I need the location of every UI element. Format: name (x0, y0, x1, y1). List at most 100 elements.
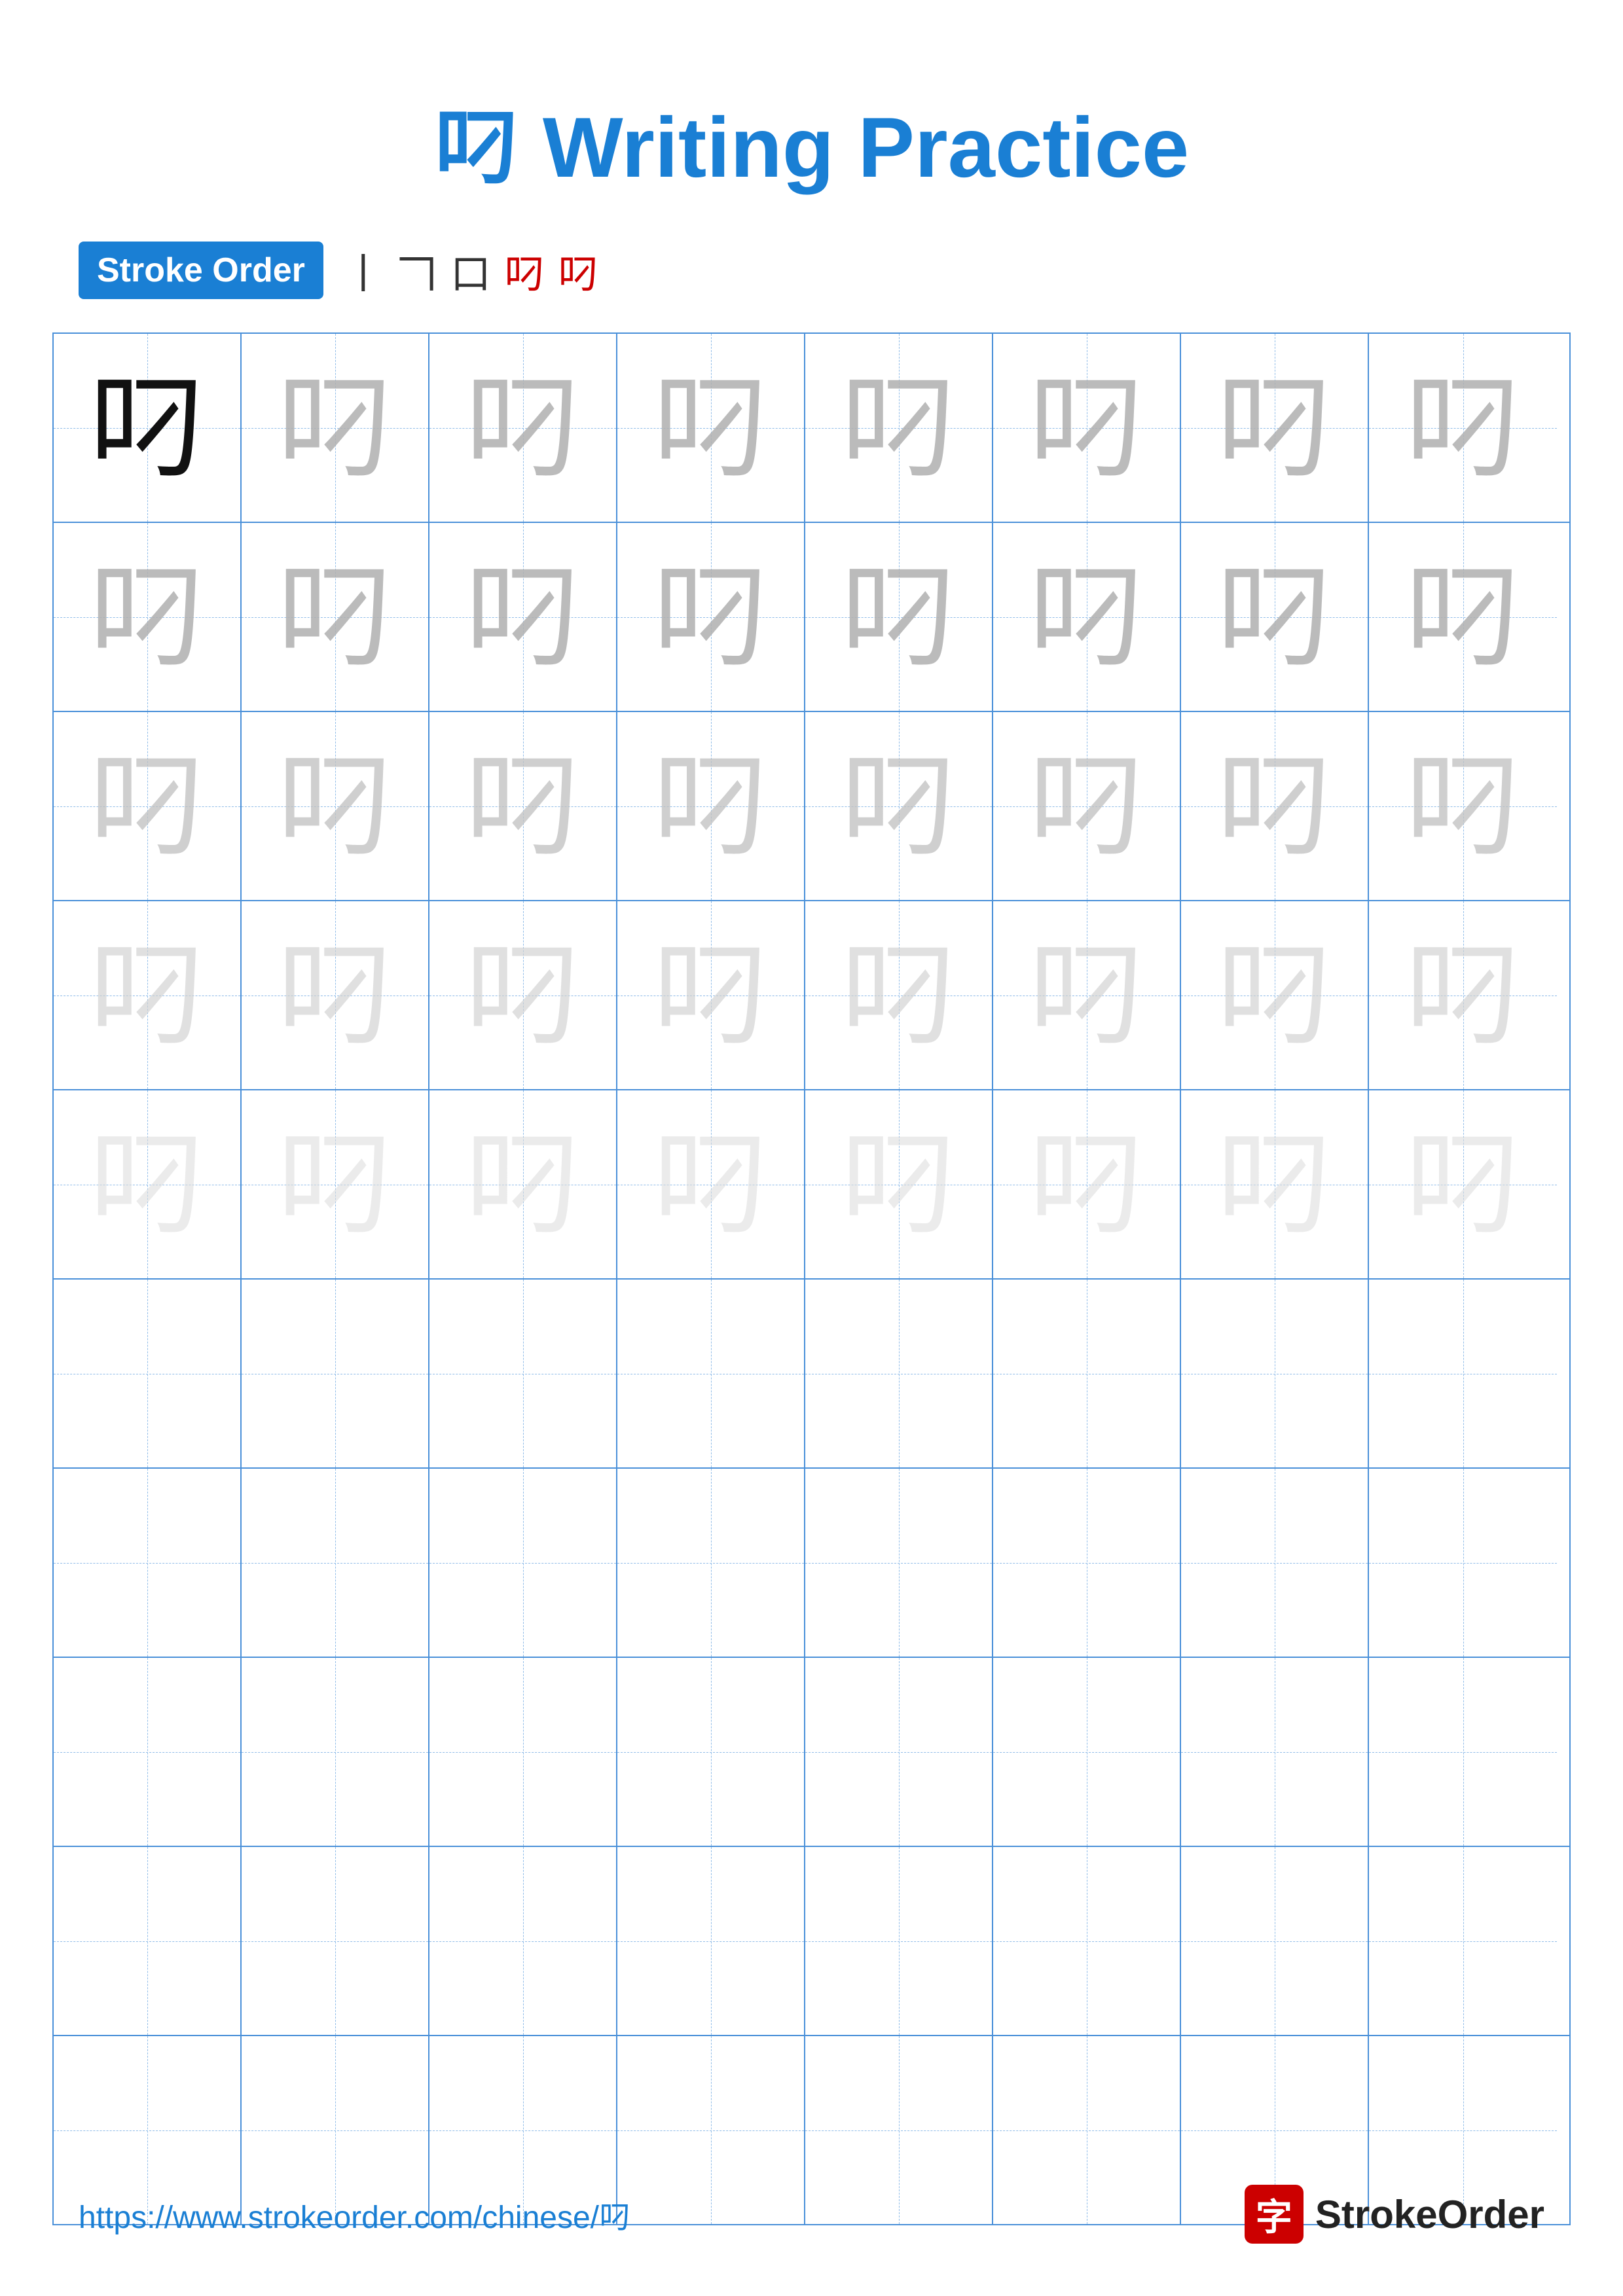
grid-cell[interactable] (242, 1658, 429, 1846)
grid-cell: 叼 (1181, 1090, 1369, 1278)
char: 叼 (464, 558, 581, 676)
grid-cell: 叼 (617, 523, 805, 711)
stroke-order-section: Stroke Order 丨 𠃍 口 叼 叼 (0, 241, 1623, 300)
char: 叼 (651, 1126, 769, 1244)
grid-cell: 叼 (805, 1090, 993, 1278)
char: 叼 (464, 1126, 581, 1244)
char: 叼 (464, 937, 581, 1054)
grid-cell[interactable] (1181, 1280, 1369, 1467)
char: 叼 (1027, 1126, 1145, 1244)
char: 叼 (1215, 747, 1333, 865)
grid-cell: 叼 (242, 1090, 429, 1278)
grid-cell[interactable] (1181, 1469, 1369, 1657)
grid-cell: 叼 (429, 901, 617, 1089)
grid-row-7 (54, 1469, 1569, 1658)
grid-cell: 叼 (54, 901, 242, 1089)
grid-cell: 叼 (1369, 523, 1557, 711)
char: 叼 (1027, 369, 1145, 487)
char: 叼 (839, 747, 957, 865)
grid-cell: 叼 (429, 334, 617, 522)
char: 叼 (1215, 558, 1333, 676)
grid-cell[interactable] (617, 1847, 805, 2035)
char: 叼 (276, 1126, 393, 1244)
grid-cell[interactable] (429, 1280, 617, 1467)
grid-row-3: 叼 叼 叼 叼 叼 叼 叼 叼 (54, 712, 1569, 901)
grid-cell[interactable] (242, 1280, 429, 1467)
char: 叼 (1404, 1126, 1522, 1244)
grid-cell[interactable] (54, 1658, 242, 1846)
grid-cell[interactable] (617, 1469, 805, 1657)
char: 叼 (88, 747, 206, 865)
char: 叼 (839, 369, 957, 487)
grid-cell[interactable] (805, 1280, 993, 1467)
grid-cell: 叼 (429, 523, 617, 711)
grid-cell[interactable] (54, 1280, 242, 1467)
page-title: 叼 Writing Practice (0, 0, 1623, 241)
char: 叼 (839, 1126, 957, 1244)
char: 叼 (839, 937, 957, 1054)
grid-cell[interactable] (805, 1847, 993, 2035)
grid-cell[interactable] (429, 1469, 617, 1657)
grid-cell: 叼 (429, 712, 617, 900)
footer-url[interactable]: https://www.strokeorder.com/chinese/叼 (79, 2191, 630, 2237)
grid-cell[interactable] (242, 1469, 429, 1657)
grid-cell[interactable] (805, 1469, 993, 1657)
grid-cell[interactable] (1369, 1658, 1557, 1846)
grid-cell: 叼 (1369, 901, 1557, 1089)
char: 叼 (1404, 369, 1522, 487)
grid-cell[interactable] (993, 1469, 1181, 1657)
grid-cell: 叼 (1181, 334, 1369, 522)
grid-cell[interactable] (805, 1658, 993, 1846)
grid-cell: 叼 (242, 901, 429, 1089)
grid-cell: 叼 (54, 334, 242, 522)
footer: https://www.strokeorder.com/chinese/叼 字 … (0, 2185, 1623, 2244)
grid-cell[interactable] (617, 1280, 805, 1467)
grid-row-2: 叼 叼 叼 叼 叼 叼 叼 叼 (54, 523, 1569, 712)
char: 叼 (1215, 937, 1333, 1054)
char: 叼 (1027, 558, 1145, 676)
grid-cell[interactable] (429, 1847, 617, 2035)
grid-cell[interactable] (993, 1658, 1181, 1846)
grid-cell: 叼 (1369, 1090, 1557, 1278)
grid-cell: 叼 (617, 901, 805, 1089)
practice-grid: 叼 叼 叼 叼 叼 叼 叼 叼 叼 叼 叼 叼 叼 叼 叼 叼 叼 叼 叼 叼 … (52, 332, 1571, 2225)
char: 叼 (88, 937, 206, 1054)
grid-cell[interactable] (617, 1658, 805, 1846)
grid-cell[interactable] (993, 1280, 1181, 1467)
grid-cell: 叼 (617, 1090, 805, 1278)
char: 叼 (276, 558, 393, 676)
brand-name: StrokeOrder (1315, 2192, 1544, 2237)
grid-cell[interactable] (1369, 1469, 1557, 1657)
grid-cell: 叼 (1181, 712, 1369, 900)
grid-cell[interactable] (1181, 1847, 1369, 2035)
char: 叼 (276, 937, 393, 1054)
grid-cell[interactable] (429, 1658, 617, 1846)
brand-icon: 字 (1245, 2185, 1304, 2244)
char: 叼 (1404, 558, 1522, 676)
grid-cell[interactable] (1181, 1658, 1369, 1846)
grid-cell[interactable] (993, 1847, 1181, 2035)
grid-cell: 叼 (805, 334, 993, 522)
char: 叼 (464, 747, 581, 865)
grid-cell: 叼 (1181, 901, 1369, 1089)
grid-cell[interactable] (54, 1469, 242, 1657)
grid-cell: 叼 (993, 901, 1181, 1089)
grid-row-5: 叼 叼 叼 叼 叼 叼 叼 叼 (54, 1090, 1569, 1280)
char: 叼 (651, 937, 769, 1054)
grid-cell: 叼 (242, 712, 429, 900)
grid-cell[interactable] (242, 1847, 429, 2035)
grid-cell: 叼 (54, 712, 242, 900)
grid-cell[interactable] (1369, 1280, 1557, 1467)
char: 叼 (88, 1126, 206, 1244)
grid-cell: 叼 (242, 334, 429, 522)
grid-cell: 叼 (993, 1090, 1181, 1278)
grid-cell: 叼 (993, 334, 1181, 522)
stroke-sequence: 丨 𠃍 口 叼 叼 (343, 241, 598, 300)
grid-row-1: 叼 叼 叼 叼 叼 叼 叼 叼 (54, 334, 1569, 523)
stroke-3: 口 (450, 241, 491, 300)
char: 叼 (651, 747, 769, 865)
grid-cell[interactable] (54, 1847, 242, 2035)
char: 叼 (839, 558, 957, 676)
grid-cell[interactable] (1369, 1847, 1557, 2035)
grid-cell: 叼 (805, 901, 993, 1089)
